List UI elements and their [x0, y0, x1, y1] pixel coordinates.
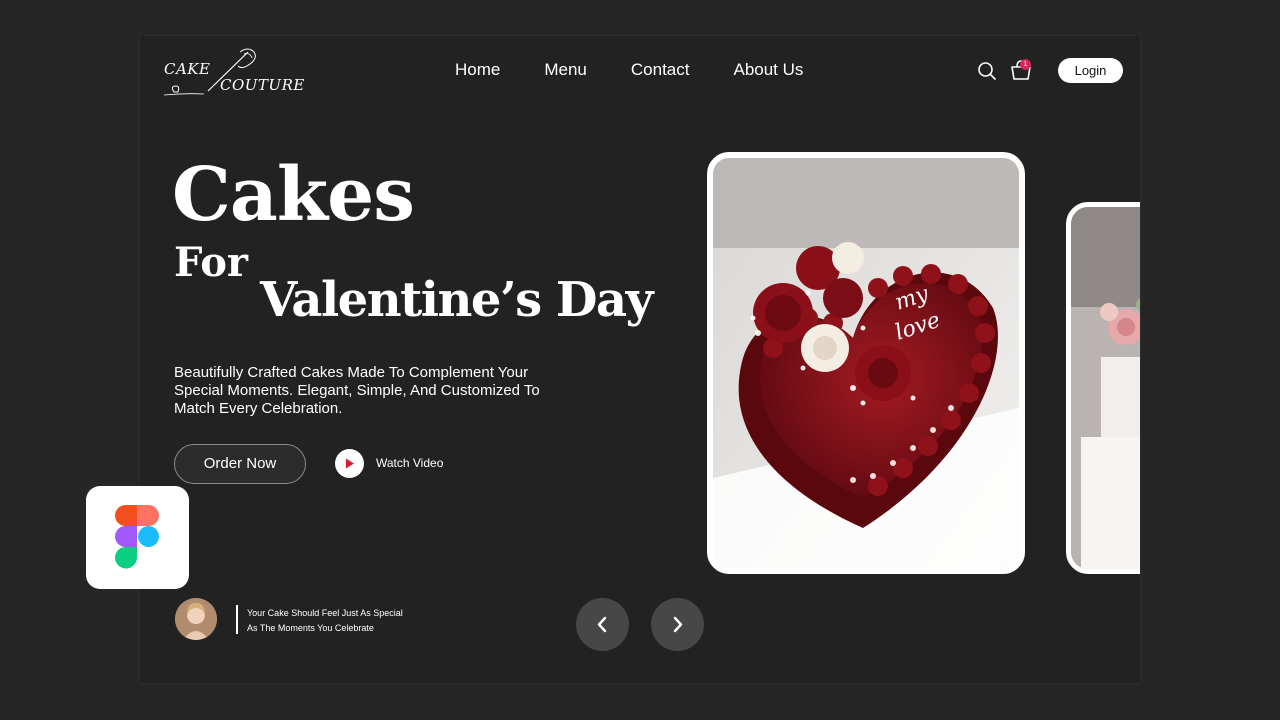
watch-video-button[interactable] [335, 449, 364, 478]
order-now-button[interactable]: Order Now [174, 444, 306, 484]
landing-page-frame: CAKE COUTURE Home Menu Contact About Us … [140, 36, 1140, 683]
avatar [175, 598, 217, 640]
hero-title-line3: Valentine’s Day [260, 272, 654, 328]
heart-cake-image: my love [713, 158, 1019, 568]
testimonial-line2: As The Moments You Celebrate [247, 623, 374, 633]
next-slide-button[interactable] [651, 598, 704, 651]
watch-video-label[interactable]: Watch Video [376, 456, 443, 470]
main-nav: Home Menu Contact About Us [455, 60, 803, 80]
testimonial-line1: Your Cake Should Feel Just As Special [247, 608, 403, 618]
nav-menu[interactable]: Menu [544, 60, 587, 80]
hero-description: Beautifully Crafted Cakes Made To Comple… [174, 364, 540, 417]
hero-title-line1: Cakes [172, 152, 415, 238]
cart-count-badge: 1 [1020, 59, 1031, 70]
next-cake-card[interactable] [1066, 202, 1140, 574]
figma-badge [86, 486, 189, 589]
chevron-right-icon [673, 616, 683, 633]
play-icon [346, 458, 354, 469]
search-icon[interactable] [977, 61, 997, 81]
hero-title-line2: For [174, 239, 248, 286]
figma-logo-icon [115, 505, 159, 569]
white-cake-image [1071, 207, 1140, 569]
logo-text-line2: COUTURE [220, 76, 305, 94]
nav-home[interactable]: Home [455, 60, 500, 80]
avatar-image [175, 598, 217, 640]
testimonial-quote: Your Cake Should Feel Just As Special As… [247, 606, 403, 636]
quote-divider [236, 605, 238, 634]
nav-about-us[interactable]: About Us [733, 60, 803, 80]
login-button[interactable]: Login [1058, 58, 1123, 83]
logo[interactable]: CAKE COUTURE [160, 44, 304, 104]
logo-text-line1: CAKE [164, 60, 211, 78]
nav-contact[interactable]: Contact [631, 60, 690, 80]
previous-slide-button[interactable] [576, 598, 629, 651]
featured-cake-card[interactable]: my love [707, 152, 1025, 574]
chevron-left-icon [597, 616, 607, 633]
